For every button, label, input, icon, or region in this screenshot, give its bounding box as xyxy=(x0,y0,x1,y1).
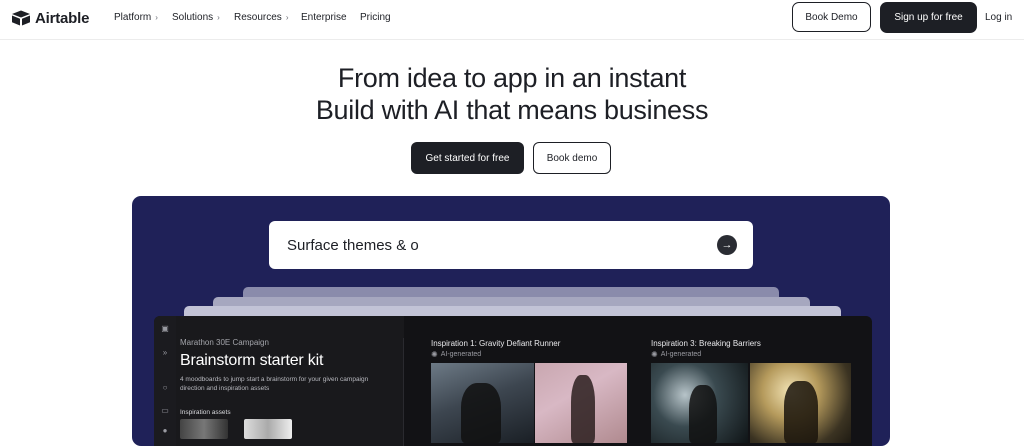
ai-generated-label: AI-generated xyxy=(440,351,482,358)
nav-platform-label: Platform xyxy=(114,12,152,23)
logo-text: Airtable xyxy=(35,9,90,27)
runner-figure xyxy=(689,385,717,443)
runner-photo[interactable] xyxy=(535,363,627,443)
ai-generated-tag: ✺ AI-generated xyxy=(651,350,701,359)
nav-solutions[interactable]: Solutions › xyxy=(172,12,220,23)
runner-figure xyxy=(571,375,595,443)
inspiration-1-title: Inspiration 1: Gravity Defiant Runner xyxy=(431,339,561,348)
expand-icon[interactable]: » xyxy=(160,348,170,357)
airtable-logo-icon xyxy=(12,10,30,26)
airtable-logo[interactable]: Airtable xyxy=(11,9,89,27)
campaign-name: Marathon 30E Campaign xyxy=(180,338,269,347)
product-showcase: Surface themes & o → ▣ » ○ ▭ ● Marathon … xyxy=(132,196,890,446)
nav-divider xyxy=(0,39,1024,40)
nav-platform[interactable]: Platform › xyxy=(114,12,158,23)
runner-figure xyxy=(784,381,818,443)
signup-button[interactable]: Sign up for free xyxy=(880,2,977,33)
hero-heading-line1: From idea to app in an instant xyxy=(337,63,687,93)
chevron-right-icon: › xyxy=(217,13,220,22)
sparkle-icon: ✺ xyxy=(651,350,658,359)
folder-icon[interactable]: ▭ xyxy=(160,406,170,415)
asset-thumbnail[interactable] xyxy=(244,419,292,439)
runner-photo[interactable] xyxy=(750,363,851,443)
asset-thumbnail[interactable] xyxy=(180,419,228,439)
app-preview: ▣ » ○ ▭ ● Marathon 30E Campaign Brainsto… xyxy=(154,316,872,446)
ai-generated-label: AI-generated xyxy=(660,351,702,358)
chevron-right-icon: › xyxy=(155,13,158,22)
arrow-right-icon[interactable]: → xyxy=(717,235,737,255)
chevron-right-icon: › xyxy=(285,13,289,22)
ai-generated-tag: ✺ AI-generated xyxy=(431,350,481,359)
nav-pricing[interactable]: Pricing xyxy=(360,12,391,23)
login-link[interactable]: Log in xyxy=(985,12,1012,23)
settings-icon[interactable]: ● xyxy=(160,426,170,435)
book-demo-button[interactable]: Book demo xyxy=(533,142,611,174)
prompt-text: Surface themes & o xyxy=(287,236,419,254)
panel-divider xyxy=(403,338,404,446)
nav-resources[interactable]: Resources › xyxy=(234,12,288,23)
runner-photo[interactable] xyxy=(651,363,748,443)
inspiration-assets-label: Inspiration assets xyxy=(180,409,231,416)
kit-description: 4 moodboards to jump start a brainstorm … xyxy=(180,376,369,392)
top-nav: Airtable Platform › Solutions › Resource… xyxy=(0,0,1024,36)
lightbulb-icon[interactable]: ○ xyxy=(160,383,170,392)
runner-figure xyxy=(461,383,501,443)
inspiration-3-title: Inspiration 3: Breaking Barriers xyxy=(651,339,761,348)
get-started-button[interactable]: Get started for free xyxy=(411,142,524,174)
runner-photo[interactable] xyxy=(431,363,534,443)
nav-pricing-label: Pricing xyxy=(360,12,391,23)
image-icon[interactable]: ▣ xyxy=(160,324,170,333)
nav-enterprise-label: Enterprise xyxy=(301,12,347,23)
app-sidebar: ▣ » ○ ▭ ● xyxy=(154,316,176,446)
kit-title: Brainstorm starter kit xyxy=(180,352,324,369)
book-demo-nav-button[interactable]: Book Demo xyxy=(792,2,871,32)
nav-resources-label: Resources xyxy=(234,12,282,23)
nav-enterprise[interactable]: Enterprise xyxy=(301,12,347,23)
hero-heading-line2: Build with AI that means business xyxy=(315,95,709,125)
ai-prompt-input[interactable]: Surface themes & o → xyxy=(269,221,753,269)
sparkle-icon: ✺ xyxy=(431,350,438,359)
nav-solutions-label: Solutions xyxy=(172,12,214,23)
